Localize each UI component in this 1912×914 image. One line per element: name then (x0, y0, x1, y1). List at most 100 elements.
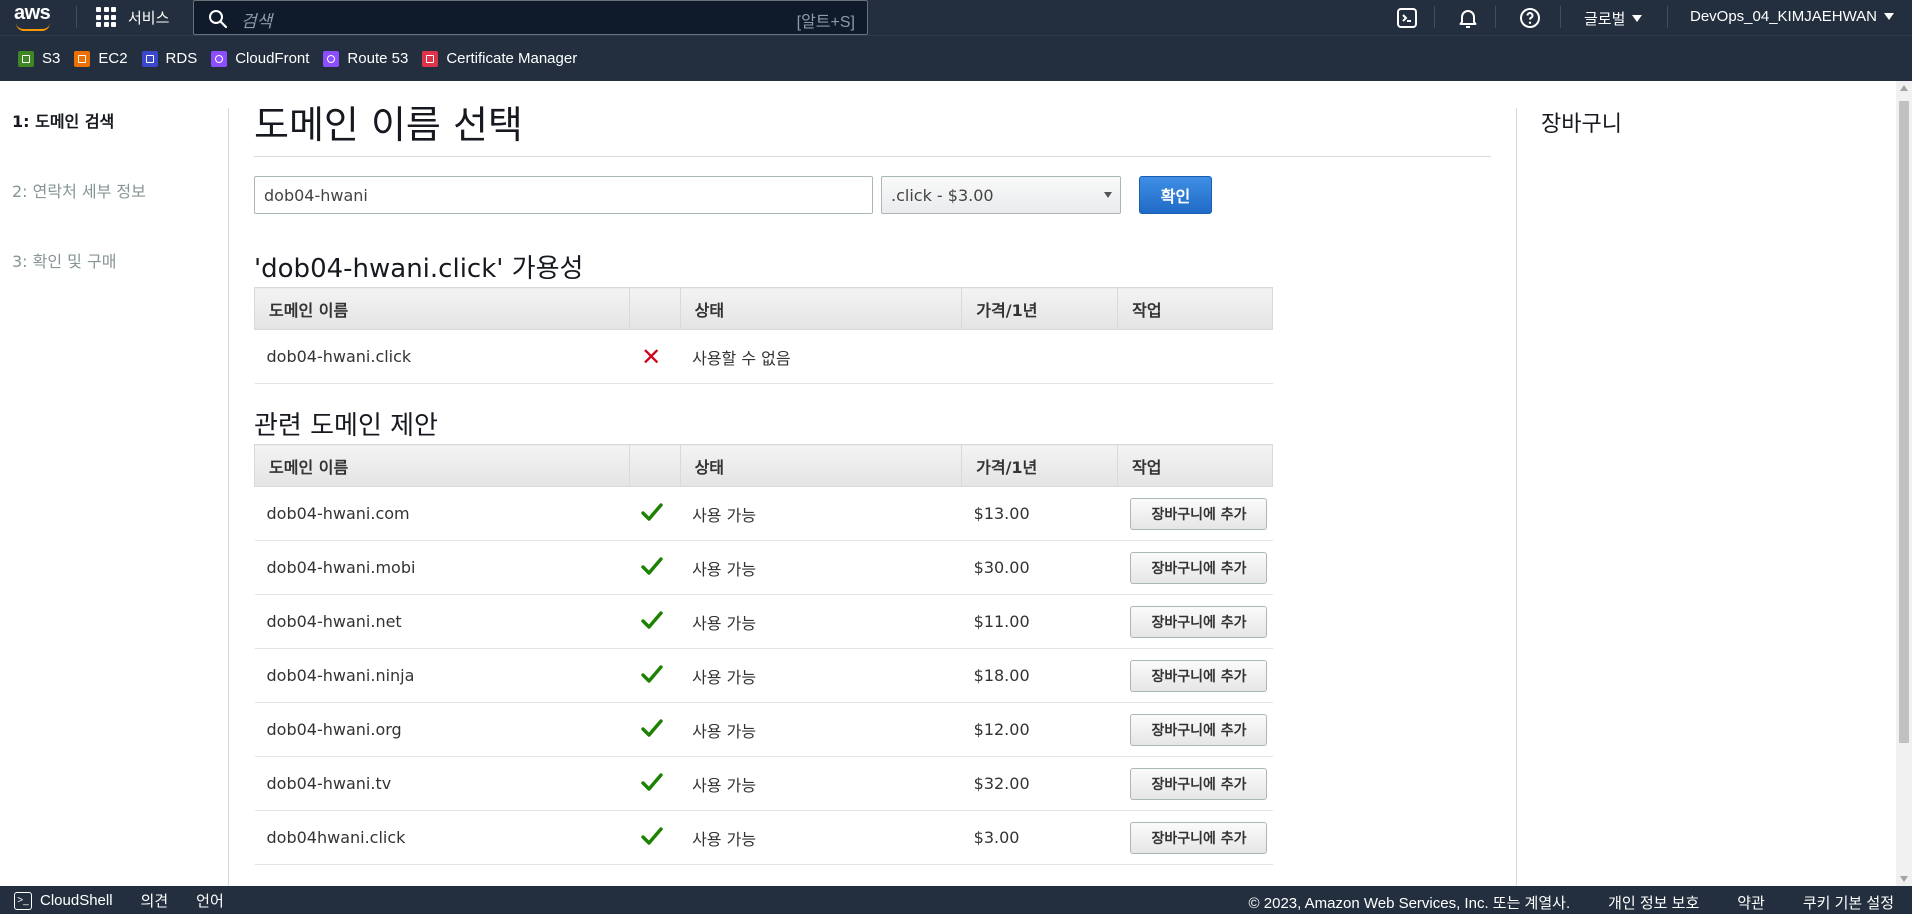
privacy-link[interactable]: 개인 정보 보호 (1608, 892, 1699, 913)
status-cell: 사용 가능 (680, 594, 962, 649)
aws-logo-text: aws (14, 2, 51, 24)
s3-icon (18, 50, 34, 67)
search-icon (209, 10, 228, 29)
favorite-label: RDS (165, 50, 198, 67)
domain-name-cell: dob04-hwani.ninja (254, 648, 630, 703)
header-action: 작업 (1117, 444, 1274, 487)
cookie-preferences-link[interactable]: 쿠키 기본 설정 (1803, 892, 1894, 913)
domain-search-row: .click - $3.00 확인 (254, 176, 1234, 216)
nav-divider (1495, 6, 1496, 28)
table-row: dob04-hwani.org 사용 가능 $12.00 장바구니에 추가 (254, 702, 1273, 757)
add-to-cart-button[interactable]: 장바구니에 추가 (1130, 497, 1268, 530)
aws-logo[interactable]: aws (14, 3, 60, 31)
copyright-text: © 2023, Amazon Web Services, Inc. 또는 계열사… (1248, 895, 1571, 912)
available-check-icon (641, 610, 663, 629)
add-to-cart-button[interactable]: 장바구니에 추가 (1130, 713, 1268, 746)
add-to-cart-button[interactable]: 장바구니에 추가 (1130, 821, 1268, 854)
header-domain-name[interactable]: 도메인 이름 (254, 287, 630, 330)
ec2-icon (74, 50, 91, 67)
cloudshell-link[interactable]: CloudShell (40, 892, 113, 909)
header-price[interactable]: 가격/1년 (961, 444, 1118, 487)
rds-icon (141, 50, 158, 67)
header-action: 작업 (1117, 287, 1273, 330)
add-to-cart-button[interactable]: 장바구니에 추가 (1130, 551, 1268, 584)
help-icon[interactable] (1518, 6, 1542, 30)
step-search-domain[interactable]: 1: 도메인 검색 (12, 108, 222, 178)
page-scrollbar[interactable] (1896, 81, 1912, 886)
scrollbar-thumb[interactable] (1899, 101, 1909, 743)
wizard-steps: 1: 도메인 검색 2: 연락처 세부 정보 3: 확인 및 구매 (12, 108, 222, 318)
table-row: dob04-hwani.com 사용 가능 $13.00 장바구니에 추가 (254, 486, 1273, 541)
confirm-button[interactable]: 확인 (1139, 176, 1212, 214)
header-price[interactable]: 가격/1년 (961, 287, 1119, 330)
header-status[interactable]: 상태 (680, 287, 963, 330)
domain-name-cell: dob04-hwani.org (254, 702, 630, 757)
search-placeholder: 검색 (241, 12, 273, 31)
favorite-s3[interactable]: S3 (18, 50, 60, 67)
favorite-ec2[interactable]: EC2 (74, 50, 128, 67)
table-header-row: 도메인 이름 상태 가격/1년 작업 (254, 444, 1274, 487)
cloudshell-icon[interactable] (1395, 6, 1419, 30)
price-cell: $11.00 (961, 594, 1118, 649)
available-check-icon (641, 826, 663, 845)
step-contact-details[interactable]: 2: 연락처 세부 정보 (12, 178, 222, 248)
scroll-up-arrow-icon[interactable] (1900, 85, 1908, 91)
top-navigation: aws 서비스 검색 [알트+S] 글로벌 DevOps_04_KIMJAEHW… (0, 0, 1912, 35)
availability-title: 'dob04-hwani.click' 가용성 (254, 254, 584, 284)
status-cell: 사용할 수 없음 (680, 329, 962, 384)
favorite-cloudfront[interactable]: CloudFront (211, 50, 309, 67)
price-cell: $18.00 (961, 648, 1118, 703)
nav-divider (1434, 6, 1435, 28)
step-review-purchase[interactable]: 3: 확인 및 구매 (12, 248, 222, 318)
price-cell: $3.00 (961, 810, 1118, 865)
notifications-bell-icon[interactable] (1456, 6, 1480, 30)
language-link[interactable]: 언어 (196, 890, 224, 911)
table-row: dob04-hwani.click ✕ 사용할 수 없음 (254, 329, 1273, 384)
add-to-cart-button[interactable]: 장바구니에 추가 (1130, 659, 1268, 692)
nav-divider (1560, 6, 1561, 28)
left-divider (228, 108, 229, 888)
favorite-rds[interactable]: RDS (141, 50, 198, 67)
header-icon (629, 444, 681, 487)
domain-name-input[interactable] (254, 176, 873, 214)
services-menu-button[interactable]: 서비스 (96, 6, 169, 28)
cart-divider (1516, 108, 1517, 888)
cloudfront-icon (211, 50, 228, 67)
account-dropdown[interactable]: DevOps_04_KIMJAEHWAN (1690, 8, 1895, 25)
table-row: dob04hwani.click 사용 가능 $3.00 장바구니에 추가 (254, 810, 1273, 865)
favorite-route53[interactable]: Route 53 (323, 50, 408, 67)
add-to-cart-button[interactable]: 장바구니에 추가 (1130, 605, 1268, 638)
domain-name-cell: dob04-hwani.com (254, 486, 630, 541)
favorite-label: Certificate Manager (446, 50, 578, 67)
domain-name-cell: dob04-hwani.click (254, 329, 630, 384)
global-search-input[interactable]: 검색 [알트+S] (193, 0, 868, 35)
terms-link[interactable]: 약관 (1737, 892, 1765, 913)
available-check-icon (641, 718, 663, 737)
feedback-link[interactable]: 의견 (141, 890, 169, 911)
footer: >_ CloudShell 의견 언어 © 2023, Amazon Web S… (0, 886, 1912, 914)
price-cell (961, 329, 1118, 384)
available-check-icon (641, 664, 663, 683)
favorite-label: CloudFront (235, 50, 310, 67)
cart-title: 장바구니 (1541, 112, 1622, 137)
related-domains-table: 도메인 이름 상태 가격/1년 작업 dob04-hwani.com 사용 가능 $… (254, 444, 1274, 865)
action-cell (1117, 329, 1273, 384)
header-status[interactable]: 상태 (680, 444, 963, 487)
search-shortcut-hint: [알트+S] (796, 14, 855, 31)
favorite-certificate-manager[interactable]: Certificate Manager (422, 50, 577, 67)
scroll-down-arrow-icon[interactable] (1900, 876, 1908, 882)
add-to-cart-button[interactable]: 장바구니에 추가 (1130, 767, 1268, 800)
favorite-label: Route 53 (347, 50, 409, 67)
available-check-icon (641, 556, 663, 575)
services-grid-icon (96, 7, 116, 27)
unavailable-x-icon: ✕ (641, 342, 662, 371)
nav-divider (76, 6, 77, 28)
region-dropdown[interactable]: 글로벌 (1584, 8, 1643, 29)
available-check-icon (641, 502, 663, 521)
caret-down-icon (1884, 13, 1895, 20)
header-domain-name[interactable]: 도메인 이름 (254, 444, 630, 487)
caret-down-icon (1632, 15, 1643, 22)
available-check-icon (641, 772, 663, 791)
related-domains-title: 관련 도메인 제안 (254, 411, 438, 441)
tld-select[interactable]: .click - $3.00 (881, 176, 1121, 214)
